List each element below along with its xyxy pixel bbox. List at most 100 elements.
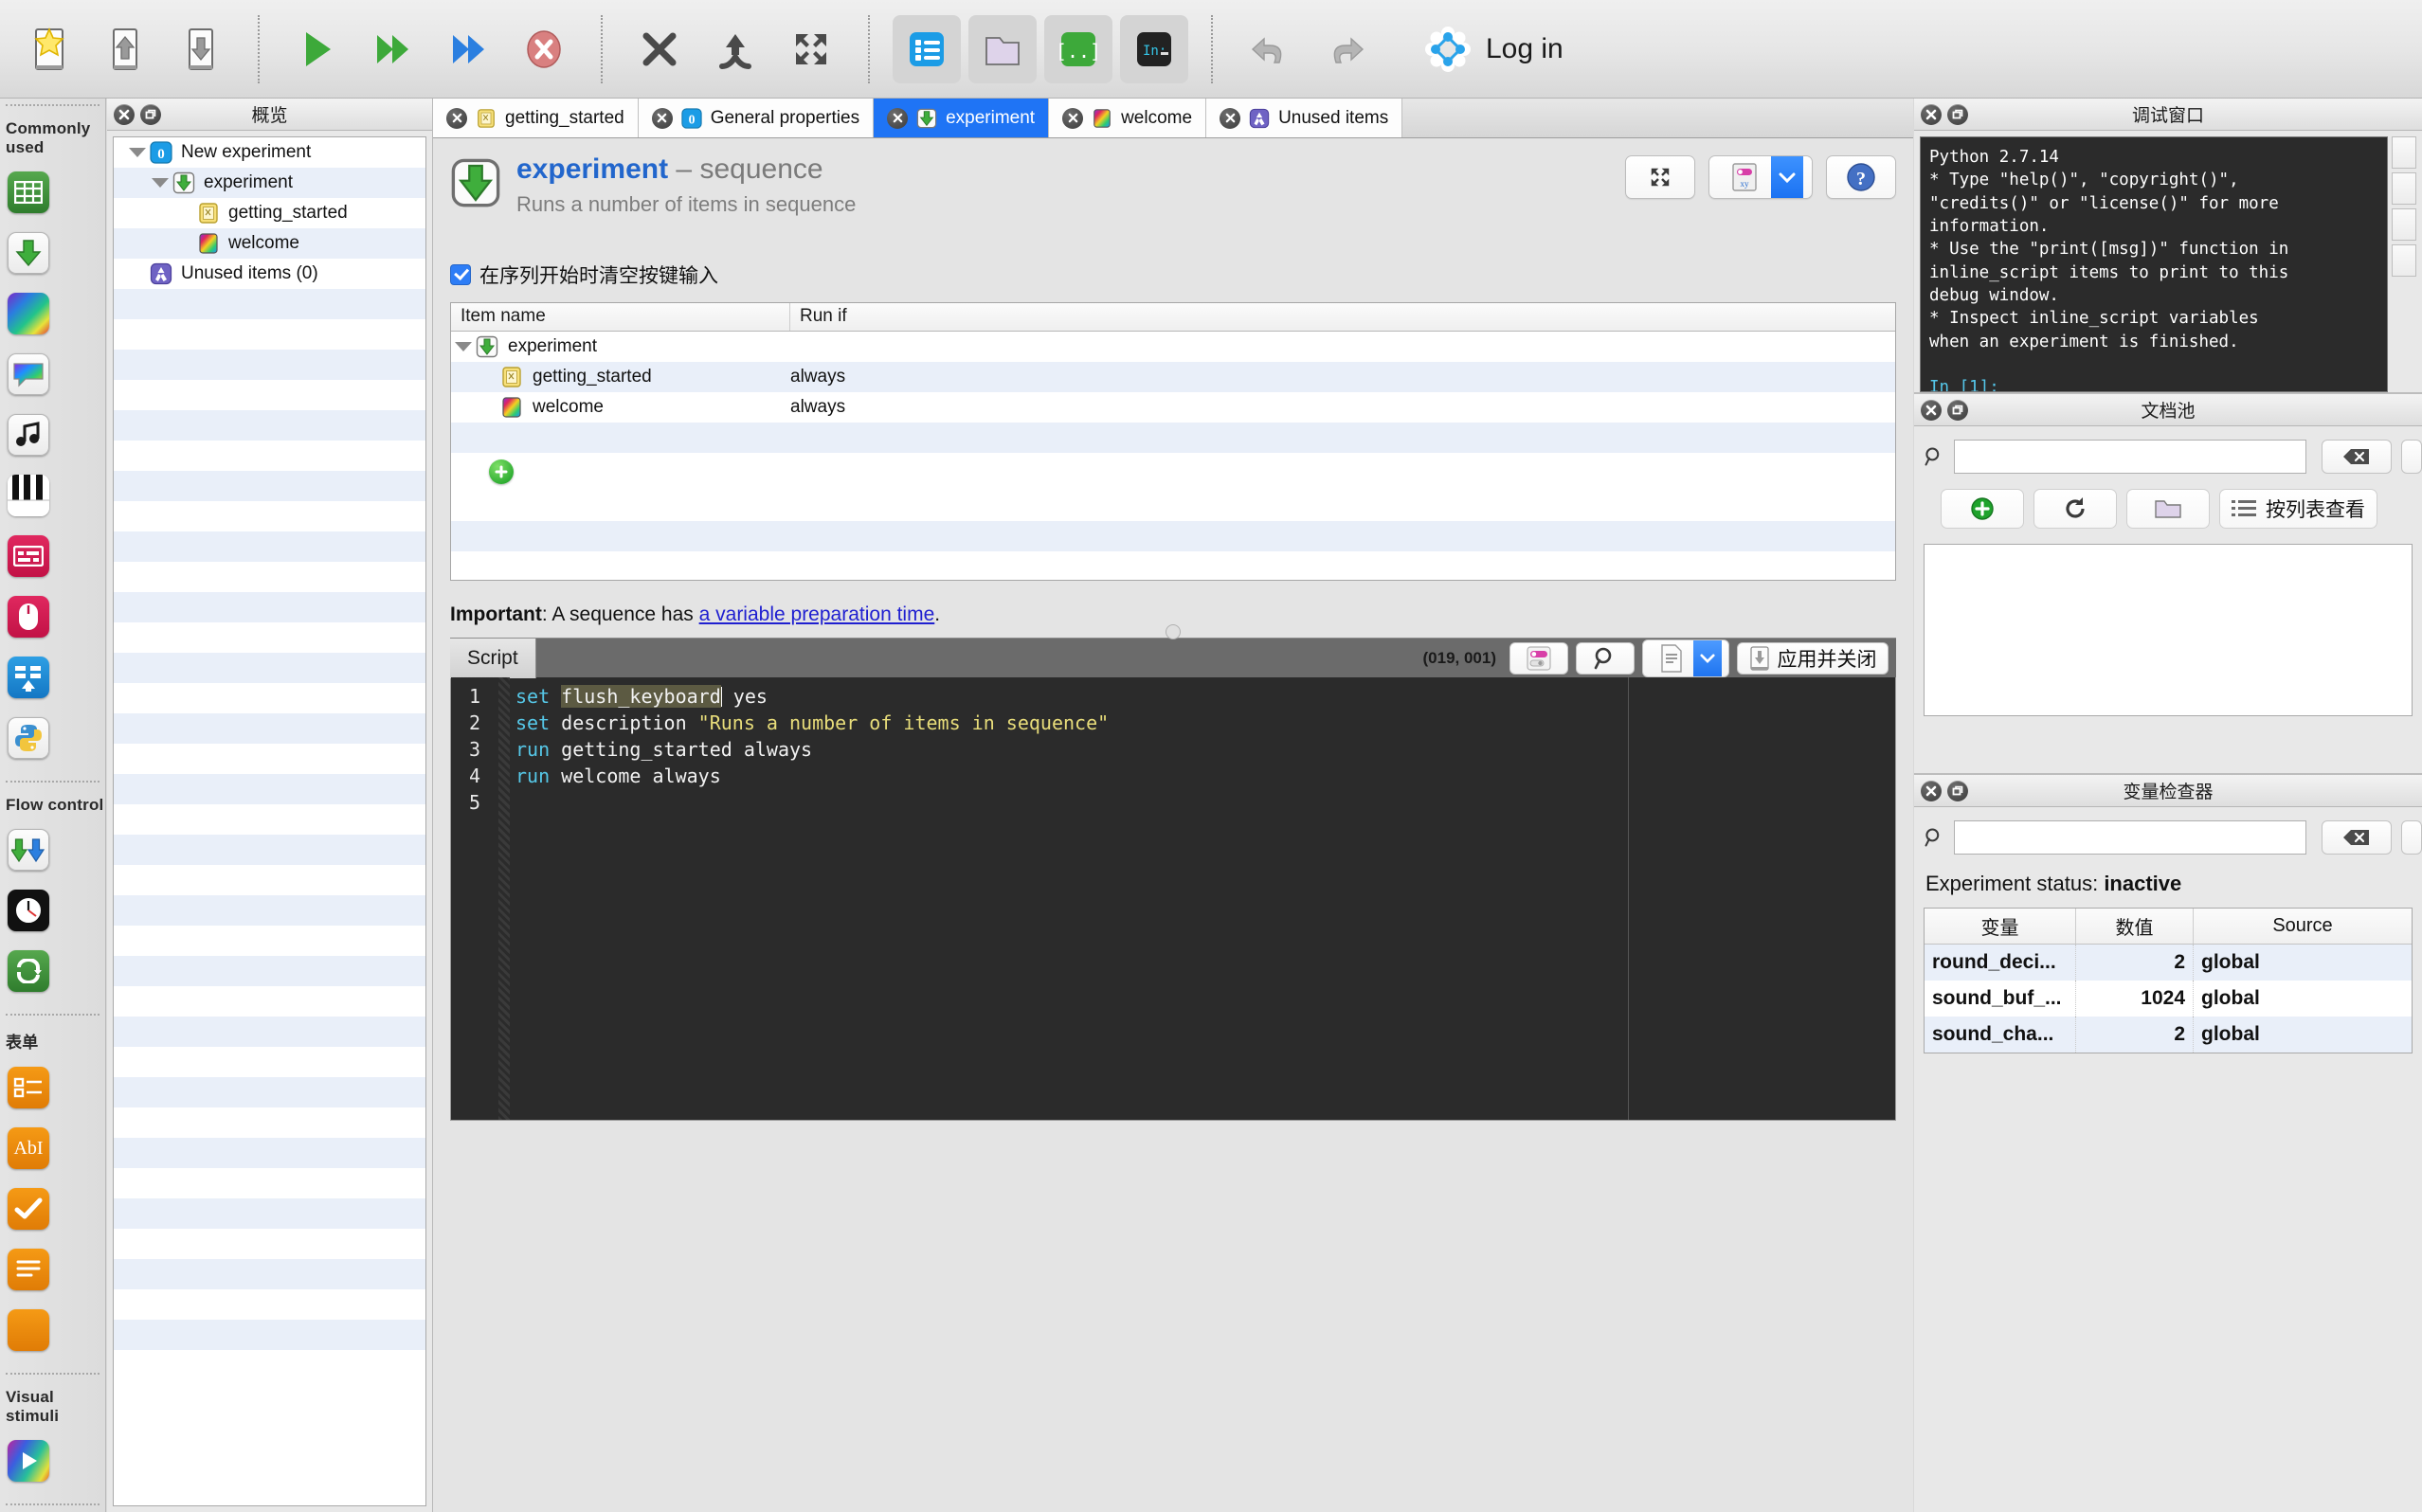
debug-float-button[interactable] <box>1947 103 1968 125</box>
table-row-getting-started[interactable]: getting_started always <box>451 362 1895 392</box>
editor-description[interactable]: Runs a number of items in sequence <box>516 192 1610 217</box>
debug-side-button[interactable] <box>2392 136 2416 169</box>
variable-row[interactable]: sound_buf_... 1024 global <box>1925 981 2412 1017</box>
script-menu-button[interactable] <box>1642 639 1729 677</box>
debug-console[interactable]: Python 2.7.14 * Type "help()", "copyrigh… <box>1920 136 2388 392</box>
item-sequence[interactable] <box>4 225 53 280</box>
tree-item-experiment[interactable]: experiment <box>114 168 425 198</box>
debug-side-button[interactable] <box>2392 208 2416 241</box>
twisty-icon[interactable] <box>125 148 150 157</box>
row-run-if[interactable]: always <box>790 367 1895 387</box>
open-experiment-button[interactable] <box>91 15 159 83</box>
debug-side-button[interactable] <box>2392 244 2416 277</box>
flush-keyboard-checkbox[interactable]: 在序列开始时清空按键输入 <box>450 261 1896 289</box>
item-feedback[interactable] <box>4 347 53 402</box>
kill-experiment-button[interactable] <box>510 15 578 83</box>
item-keyboard-response[interactable] <box>4 529 53 584</box>
item-logger[interactable] <box>4 650 53 705</box>
item-form-base[interactable] <box>4 1303 53 1358</box>
editor-item-name[interactable]: experiment <box>516 153 668 185</box>
item-inline-script[interactable] <box>4 711 53 765</box>
item-mouse-response[interactable] <box>4 589 53 644</box>
toggle-debug-window-button[interactable]: In: <box>1120 14 1188 83</box>
script-tab[interactable]: Script <box>450 638 536 678</box>
variable-table[interactable]: 变量 数值 Source round_deci... 2 global soun… <box>1924 908 2413 1053</box>
file-pool-search-input[interactable] <box>1954 440 2306 474</box>
table-row-welcome[interactable]: welcome always <box>451 392 1895 423</box>
debug-side-buttons[interactable] <box>2392 136 2416 392</box>
tab-close-icon[interactable] <box>446 107 467 129</box>
item-coroutines[interactable] <box>4 822 53 877</box>
column-header-variable[interactable]: 变量 <box>1925 909 2076 944</box>
table-row-empty[interactable] <box>451 423 1895 453</box>
toggle-overview-button[interactable] <box>893 14 961 83</box>
code-area[interactable]: set flush_keyboard yes set description "… <box>510 677 1895 1120</box>
close-other-tabs-button[interactable] <box>701 15 769 83</box>
fullscreen-editor-button[interactable] <box>1625 155 1695 199</box>
script-code-editor[interactable]: 1 2 3 4 5 set flush_keyboard yes set des… <box>450 677 1896 1121</box>
debug-side-button[interactable] <box>2392 172 2416 205</box>
column-header-run-if[interactable]: Run if <box>790 303 1895 331</box>
twisty-icon[interactable] <box>451 342 476 351</box>
add-file-button[interactable] <box>1941 489 2024 529</box>
item-repeat-cycle[interactable] <box>4 944 53 999</box>
toggle-wordwrap-button[interactable] <box>1509 641 1568 675</box>
list-view-button[interactable]: 按列表查看 <box>2219 489 2377 529</box>
add-item-row[interactable] <box>451 453 1895 491</box>
run-fullscreen-button[interactable] <box>282 15 351 83</box>
tree-item-new-experiment[interactable]: 0 New experiment <box>114 137 425 168</box>
item-form-text-input[interactable]: AbI <box>4 1121 53 1176</box>
tab-experiment[interactable]: experiment <box>874 99 1050 137</box>
variable-more-button[interactable] <box>2401 820 2422 855</box>
tab-close-icon[interactable] <box>887 107 909 129</box>
item-media-player[interactable] <box>4 1433 53 1488</box>
variable-row[interactable]: sound_cha... 2 global <box>1925 1017 2412 1053</box>
file-pool-more-button[interactable] <box>2401 440 2422 474</box>
add-item-button[interactable] <box>489 459 514 484</box>
tab-close-icon[interactable] <box>1062 107 1084 129</box>
variable-row[interactable]: round_deci... 2 global <box>1925 945 2412 981</box>
table-row-experiment[interactable]: experiment <box>451 332 1895 362</box>
column-header-value[interactable]: 数值 <box>2076 909 2194 944</box>
item-form-text-display[interactable] <box>4 1242 53 1297</box>
item-form-consent[interactable] <box>4 1181 53 1236</box>
column-header-item-name[interactable]: Item name <box>451 303 790 331</box>
refresh-pool-button[interactable] <box>2033 489 2117 529</box>
checkbox-icon[interactable] <box>450 264 471 285</box>
preparation-time-link[interactable]: a variable preparation time <box>699 603 935 625</box>
tree-item-getting-started[interactable]: getting_started <box>114 198 425 228</box>
new-experiment-button[interactable] <box>15 15 83 83</box>
item-synth[interactable] <box>4 468 53 523</box>
row-run-if[interactable]: always <box>790 397 1895 418</box>
column-header-source[interactable]: Source <box>2194 909 2412 944</box>
tab-getting-started[interactable]: getting_started <box>433 99 639 137</box>
toggle-file-pool-button[interactable] <box>968 14 1037 83</box>
tab-close-icon[interactable] <box>1220 107 1241 129</box>
item-form-multiple-choice[interactable] <box>4 1060 53 1115</box>
file-pool-float-button[interactable] <box>1947 399 1968 421</box>
item-loop[interactable] <box>4 165 53 220</box>
overview-close-button[interactable] <box>114 103 135 125</box>
toggle-variable-inspector-button[interactable]: [..] <box>1044 14 1112 83</box>
redo-button[interactable] <box>1311 15 1380 83</box>
item-sketchpad[interactable] <box>4 286 53 341</box>
split-view-button[interactable] <box>777 15 845 83</box>
debug-close-button[interactable] <box>1921 103 1942 125</box>
overview-float-button[interactable] <box>140 103 161 125</box>
item-advanced-delay[interactable] <box>4 883 53 938</box>
script-splitter-handle[interactable] <box>450 624 1896 639</box>
tab-unused-items[interactable]: Unused items <box>1206 99 1403 137</box>
quick-run-button[interactable] <box>434 15 502 83</box>
help-button[interactable]: ? <box>1826 155 1896 199</box>
variable-search-input[interactable] <box>1954 820 2306 855</box>
tree-item-welcome[interactable]: welcome <box>114 228 425 259</box>
tree-item-unused-items[interactable]: Unused items (0) <box>114 259 425 289</box>
tab-general-properties[interactable]: 0 General properties <box>638 99 875 137</box>
variable-inspector-float-button[interactable] <box>1947 780 1968 801</box>
overview-tree[interactable]: 0 New experiment experiment getting_star… <box>113 136 426 1506</box>
file-pool-clear-button[interactable] <box>2322 440 2392 474</box>
run-in-window-button[interactable] <box>358 15 426 83</box>
item-sampler[interactable] <box>4 407 53 462</box>
fold-margin[interactable] <box>498 677 510 1120</box>
chevron-down-icon[interactable] <box>1693 639 1722 676</box>
